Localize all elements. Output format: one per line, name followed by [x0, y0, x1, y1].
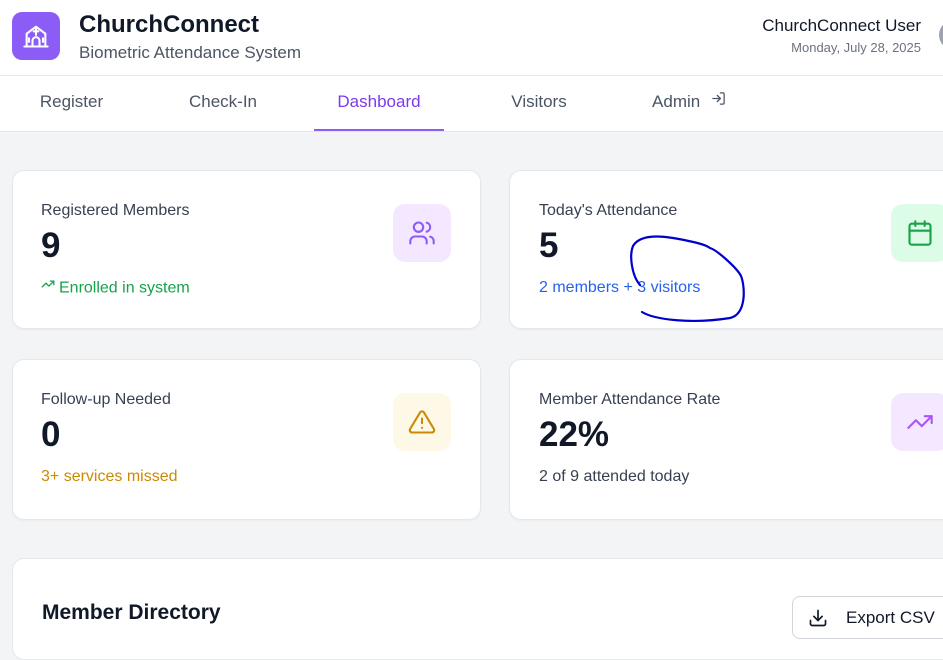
tab-label: Visitors [511, 92, 567, 111]
stat-value: 0 [41, 415, 61, 454]
user-name: ChurchConnect User [762, 16, 921, 35]
tab-visitors[interactable]: Visitors [470, 76, 608, 129]
sign-in-icon [711, 75, 726, 127]
app-header: ChurchConnect Biometric Attendance Syste… [0, 0, 943, 76]
trending-up-icon [891, 393, 943, 451]
tab-register[interactable]: Register [0, 76, 143, 129]
users-icon [393, 204, 451, 262]
stat-value: 9 [41, 226, 61, 265]
tab-check-in[interactable]: Check-In [153, 76, 293, 129]
avatar[interactable] [939, 20, 943, 50]
stat-subtext: Enrolled in system [41, 279, 190, 298]
current-date: Monday, July 28, 2025 [791, 40, 921, 55]
church-icon [12, 12, 60, 60]
member-directory-panel: Member Directory Export CSV [12, 558, 943, 660]
tab-label: Dashboard [337, 92, 421, 111]
stat-label: Registered Members [41, 202, 190, 219]
stat-label: Member Attendance Rate [539, 391, 721, 408]
stat-label: Follow-up Needed [41, 391, 171, 408]
stat-card-registered-members: Registered Members 9 Enrolled in system [12, 170, 481, 329]
stat-value: 5 [539, 226, 559, 265]
app-title: ChurchConnect [79, 11, 259, 38]
tab-bar: Register Check-In Dashboard Visitors Adm… [0, 76, 943, 132]
tab-dashboard[interactable]: Dashboard [314, 76, 444, 131]
export-csv-button[interactable]: Export CSV [792, 596, 943, 639]
stat-subtext: 2 of 9 attended today [539, 468, 690, 485]
calendar-icon [891, 204, 943, 262]
alert-triangle-icon [393, 393, 451, 451]
stat-label: Today's Attendance [539, 202, 678, 219]
member-directory-title: Member Directory [42, 601, 221, 624]
stat-card-member-attendance-rate: Member Attendance Rate 22% 2 of 9 attend… [509, 359, 943, 520]
tab-label: Check-In [188, 92, 258, 111]
export-csv-label: Export CSV [846, 607, 935, 627]
stat-card-todays-attendance: Today's Attendance 5 2 members + 3 visit… [509, 170, 943, 329]
tab-label: Admin [652, 92, 701, 111]
stat-subtext-label: Enrolled in system [59, 279, 190, 297]
tab-admin[interactable]: Admin [630, 76, 748, 129]
stat-value: 22% [539, 415, 610, 454]
tab-label: Register [39, 92, 104, 111]
trending-up-icon [41, 277, 55, 296]
stat-subtext: 3+ services missed [41, 468, 178, 485]
stat-subtext: 2 members + 3 visitors [539, 279, 701, 296]
app-subtitle: Biometric Attendance System [79, 43, 302, 62]
download-icon [808, 608, 828, 628]
stat-card-follow-up-needed: Follow-up Needed 0 3+ services missed [12, 359, 481, 520]
